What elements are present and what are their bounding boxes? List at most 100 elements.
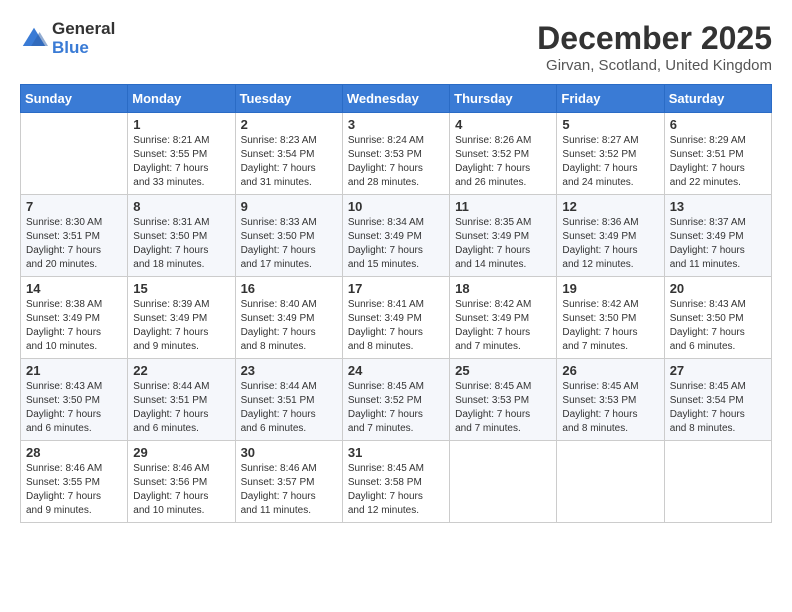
day-number: 5 [562,117,658,132]
day-number: 3 [348,117,444,132]
day-info: Sunrise: 8:42 AM Sunset: 3:49 PM Dayligh… [455,298,551,354]
day-number: 2 [241,117,337,132]
day-info: Sunrise: 8:40 AM Sunset: 3:49 PM Dayligh… [241,298,337,354]
day-number: 30 [241,445,337,460]
column-header-monday: Monday [128,85,235,113]
day-info: Sunrise: 8:46 AM Sunset: 3:57 PM Dayligh… [241,462,337,518]
calendar-cell [450,441,557,523]
calendar-cell: 6 Sunrise: 8:29 AM Sunset: 3:51 PM Daylig… [664,113,771,195]
calendar-cell: 28 Sunrise: 8:46 AM Sunset: 3:55 PM Dayli… [21,441,128,523]
day-number: 26 [562,363,658,378]
day-number: 31 [348,445,444,460]
day-info: Sunrise: 8:45 AM Sunset: 3:53 PM Dayligh… [455,380,551,436]
day-info: Sunrise: 8:45 AM Sunset: 3:53 PM Dayligh… [562,380,658,436]
day-number: 28 [26,445,122,460]
column-header-thursday: Thursday [450,85,557,113]
calendar-cell [21,113,128,195]
day-info: Sunrise: 8:34 AM Sunset: 3:49 PM Dayligh… [348,216,444,272]
calendar-week-row: 28 Sunrise: 8:46 AM Sunset: 3:55 PM Dayli… [21,441,772,523]
title-area: December 2025 Girvan, Scotland, United K… [537,20,772,74]
calendar-week-row: 7Sunrise: 8:30 AM Sunset: 3:51 PM Daylig… [21,195,772,277]
day-info: Sunrise: 8:30 AM Sunset: 3:51 PM Dayligh… [26,216,122,272]
calendar-cell [664,441,771,523]
day-info: Sunrise: 8:44 AM Sunset: 3:51 PM Dayligh… [133,380,229,436]
page-header: General Blue December 2025 Girvan, Scotl… [20,20,772,74]
calendar-cell [557,441,664,523]
calendar-cell: 21Sunrise: 8:43 AM Sunset: 3:50 PM Dayli… [21,359,128,441]
day-number: 27 [670,363,766,378]
day-info: Sunrise: 8:45 AM Sunset: 3:54 PM Dayligh… [670,380,766,436]
day-number: 22 [133,363,229,378]
calendar-cell: 1Sunrise: 8:21 AM Sunset: 3:55 PM Daylig… [128,113,235,195]
day-number: 6 [670,117,766,132]
page-subtitle: Girvan, Scotland, United Kingdom [537,57,772,74]
day-number: 1 [133,117,229,132]
day-number: 25 [455,363,551,378]
day-info: Sunrise: 8:44 AM Sunset: 3:51 PM Dayligh… [241,380,337,436]
day-info: Sunrise: 8:45 AM Sunset: 3:52 PM Dayligh… [348,380,444,436]
day-number: 29 [133,445,229,460]
calendar-cell: 31 Sunrise: 8:45 AM Sunset: 3:58 PM Dayli… [342,441,449,523]
day-number: 12 [562,199,658,214]
calendar-cell: 22 Sunrise: 8:44 AM Sunset: 3:51 PM Dayli… [128,359,235,441]
day-number: 13 [670,199,766,214]
day-number: 17 [348,281,444,296]
calendar-cell: 7Sunrise: 8:30 AM Sunset: 3:51 PM Daylig… [21,195,128,277]
calendar-cell: 26 Sunrise: 8:45 AM Sunset: 3:53 PM Dayli… [557,359,664,441]
day-number: 24 [348,363,444,378]
day-number: 16 [241,281,337,296]
day-info: Sunrise: 8:23 AM Sunset: 3:54 PM Dayligh… [241,134,337,190]
page-title: December 2025 [537,20,772,57]
day-info: Sunrise: 8:29 AM Sunset: 3:51 PM Dayligh… [670,134,766,190]
day-number: 4 [455,117,551,132]
day-number: 9 [241,199,337,214]
day-number: 14 [26,281,122,296]
calendar-cell: 16 Sunrise: 8:40 AM Sunset: 3:49 PM Dayli… [235,277,342,359]
calendar-cell: 29Sunrise: 8:46 AM Sunset: 3:56 PM Dayli… [128,441,235,523]
calendar-cell: 24 Sunrise: 8:45 AM Sunset: 3:52 PM Dayli… [342,359,449,441]
day-info: Sunrise: 8:46 AM Sunset: 3:55 PM Dayligh… [26,462,122,518]
calendar-cell: 30 Sunrise: 8:46 AM Sunset: 3:57 PM Dayli… [235,441,342,523]
calendar-cell: 18Sunrise: 8:42 AM Sunset: 3:49 PM Dayli… [450,277,557,359]
logo-blue: Blue [52,39,115,58]
day-info: Sunrise: 8:37 AM Sunset: 3:49 PM Dayligh… [670,216,766,272]
day-info: Sunrise: 8:42 AM Sunset: 3:50 PM Dayligh… [562,298,658,354]
calendar-cell: 17 Sunrise: 8:41 AM Sunset: 3:49 PM Dayli… [342,277,449,359]
calendar-cell: 8Sunrise: 8:31 AM Sunset: 3:50 PM Daylig… [128,195,235,277]
day-number: 21 [26,363,122,378]
day-info: Sunrise: 8:26 AM Sunset: 3:52 PM Dayligh… [455,134,551,190]
calendar-cell: 2 Sunrise: 8:23 AM Sunset: 3:54 PM Daylig… [235,113,342,195]
calendar-cell: 12 Sunrise: 8:36 AM Sunset: 3:49 PM Dayli… [557,195,664,277]
calendar-cell: 20Sunrise: 8:43 AM Sunset: 3:50 PM Dayli… [664,277,771,359]
calendar-cell: 4 Sunrise: 8:26 AM Sunset: 3:52 PM Daylig… [450,113,557,195]
day-number: 23 [241,363,337,378]
day-info: Sunrise: 8:45 AM Sunset: 3:58 PM Dayligh… [348,462,444,518]
calendar-week-row: 1Sunrise: 8:21 AM Sunset: 3:55 PM Daylig… [21,113,772,195]
day-info: Sunrise: 8:43 AM Sunset: 3:50 PM Dayligh… [670,298,766,354]
calendar-cell: 3 Sunrise: 8:24 AM Sunset: 3:53 PM Daylig… [342,113,449,195]
day-info: Sunrise: 8:31 AM Sunset: 3:50 PM Dayligh… [133,216,229,272]
day-info: Sunrise: 8:38 AM Sunset: 3:49 PM Dayligh… [26,298,122,354]
day-info: Sunrise: 8:36 AM Sunset: 3:49 PM Dayligh… [562,216,658,272]
day-info: Sunrise: 8:24 AM Sunset: 3:53 PM Dayligh… [348,134,444,190]
day-info: Sunrise: 8:27 AM Sunset: 3:52 PM Dayligh… [562,134,658,190]
logo-icon [20,25,48,53]
calendar-cell: 14 Sunrise: 8:38 AM Sunset: 3:49 PM Dayli… [21,277,128,359]
day-info: Sunrise: 8:41 AM Sunset: 3:49 PM Dayligh… [348,298,444,354]
day-number: 10 [348,199,444,214]
calendar-cell: 23 Sunrise: 8:44 AM Sunset: 3:51 PM Dayli… [235,359,342,441]
logo: General Blue [20,20,115,57]
calendar-cell: 25 Sunrise: 8:45 AM Sunset: 3:53 PM Dayli… [450,359,557,441]
day-info: Sunrise: 8:39 AM Sunset: 3:49 PM Dayligh… [133,298,229,354]
calendar-cell: 11Sunrise: 8:35 AM Sunset: 3:49 PM Dayli… [450,195,557,277]
day-number: 11 [455,199,551,214]
calendar-cell: 19Sunrise: 8:42 AM Sunset: 3:50 PM Dayli… [557,277,664,359]
calendar-header-row: SundayMondayTuesdayWednesdayThursdayFrid… [21,85,772,113]
column-header-sunday: Sunday [21,85,128,113]
column-header-saturday: Saturday [664,85,771,113]
calendar-week-row: 14 Sunrise: 8:38 AM Sunset: 3:49 PM Dayli… [21,277,772,359]
calendar-cell: 9Sunrise: 8:33 AM Sunset: 3:50 PM Daylig… [235,195,342,277]
column-header-tuesday: Tuesday [235,85,342,113]
column-header-wednesday: Wednesday [342,85,449,113]
column-header-friday: Friday [557,85,664,113]
